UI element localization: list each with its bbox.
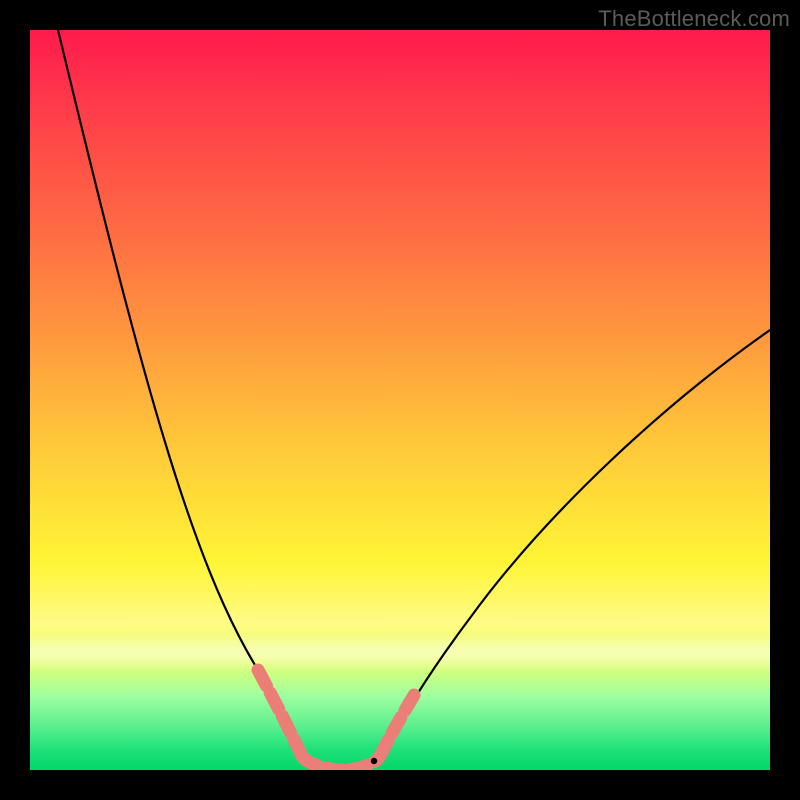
left-curve	[58, 30, 306, 762]
salmon-overlay-bottom	[302, 756, 380, 770]
valley-marker	[371, 758, 377, 764]
plot-area	[30, 30, 770, 770]
chart-frame: TheBottleneck.com	[0, 0, 800, 800]
right-curve	[378, 330, 770, 762]
salmon-overlay-right	[380, 692, 416, 756]
watermark-label: TheBottleneck.com	[598, 6, 790, 32]
curve-layer	[30, 30, 770, 770]
salmon-overlay-left	[258, 670, 302, 756]
